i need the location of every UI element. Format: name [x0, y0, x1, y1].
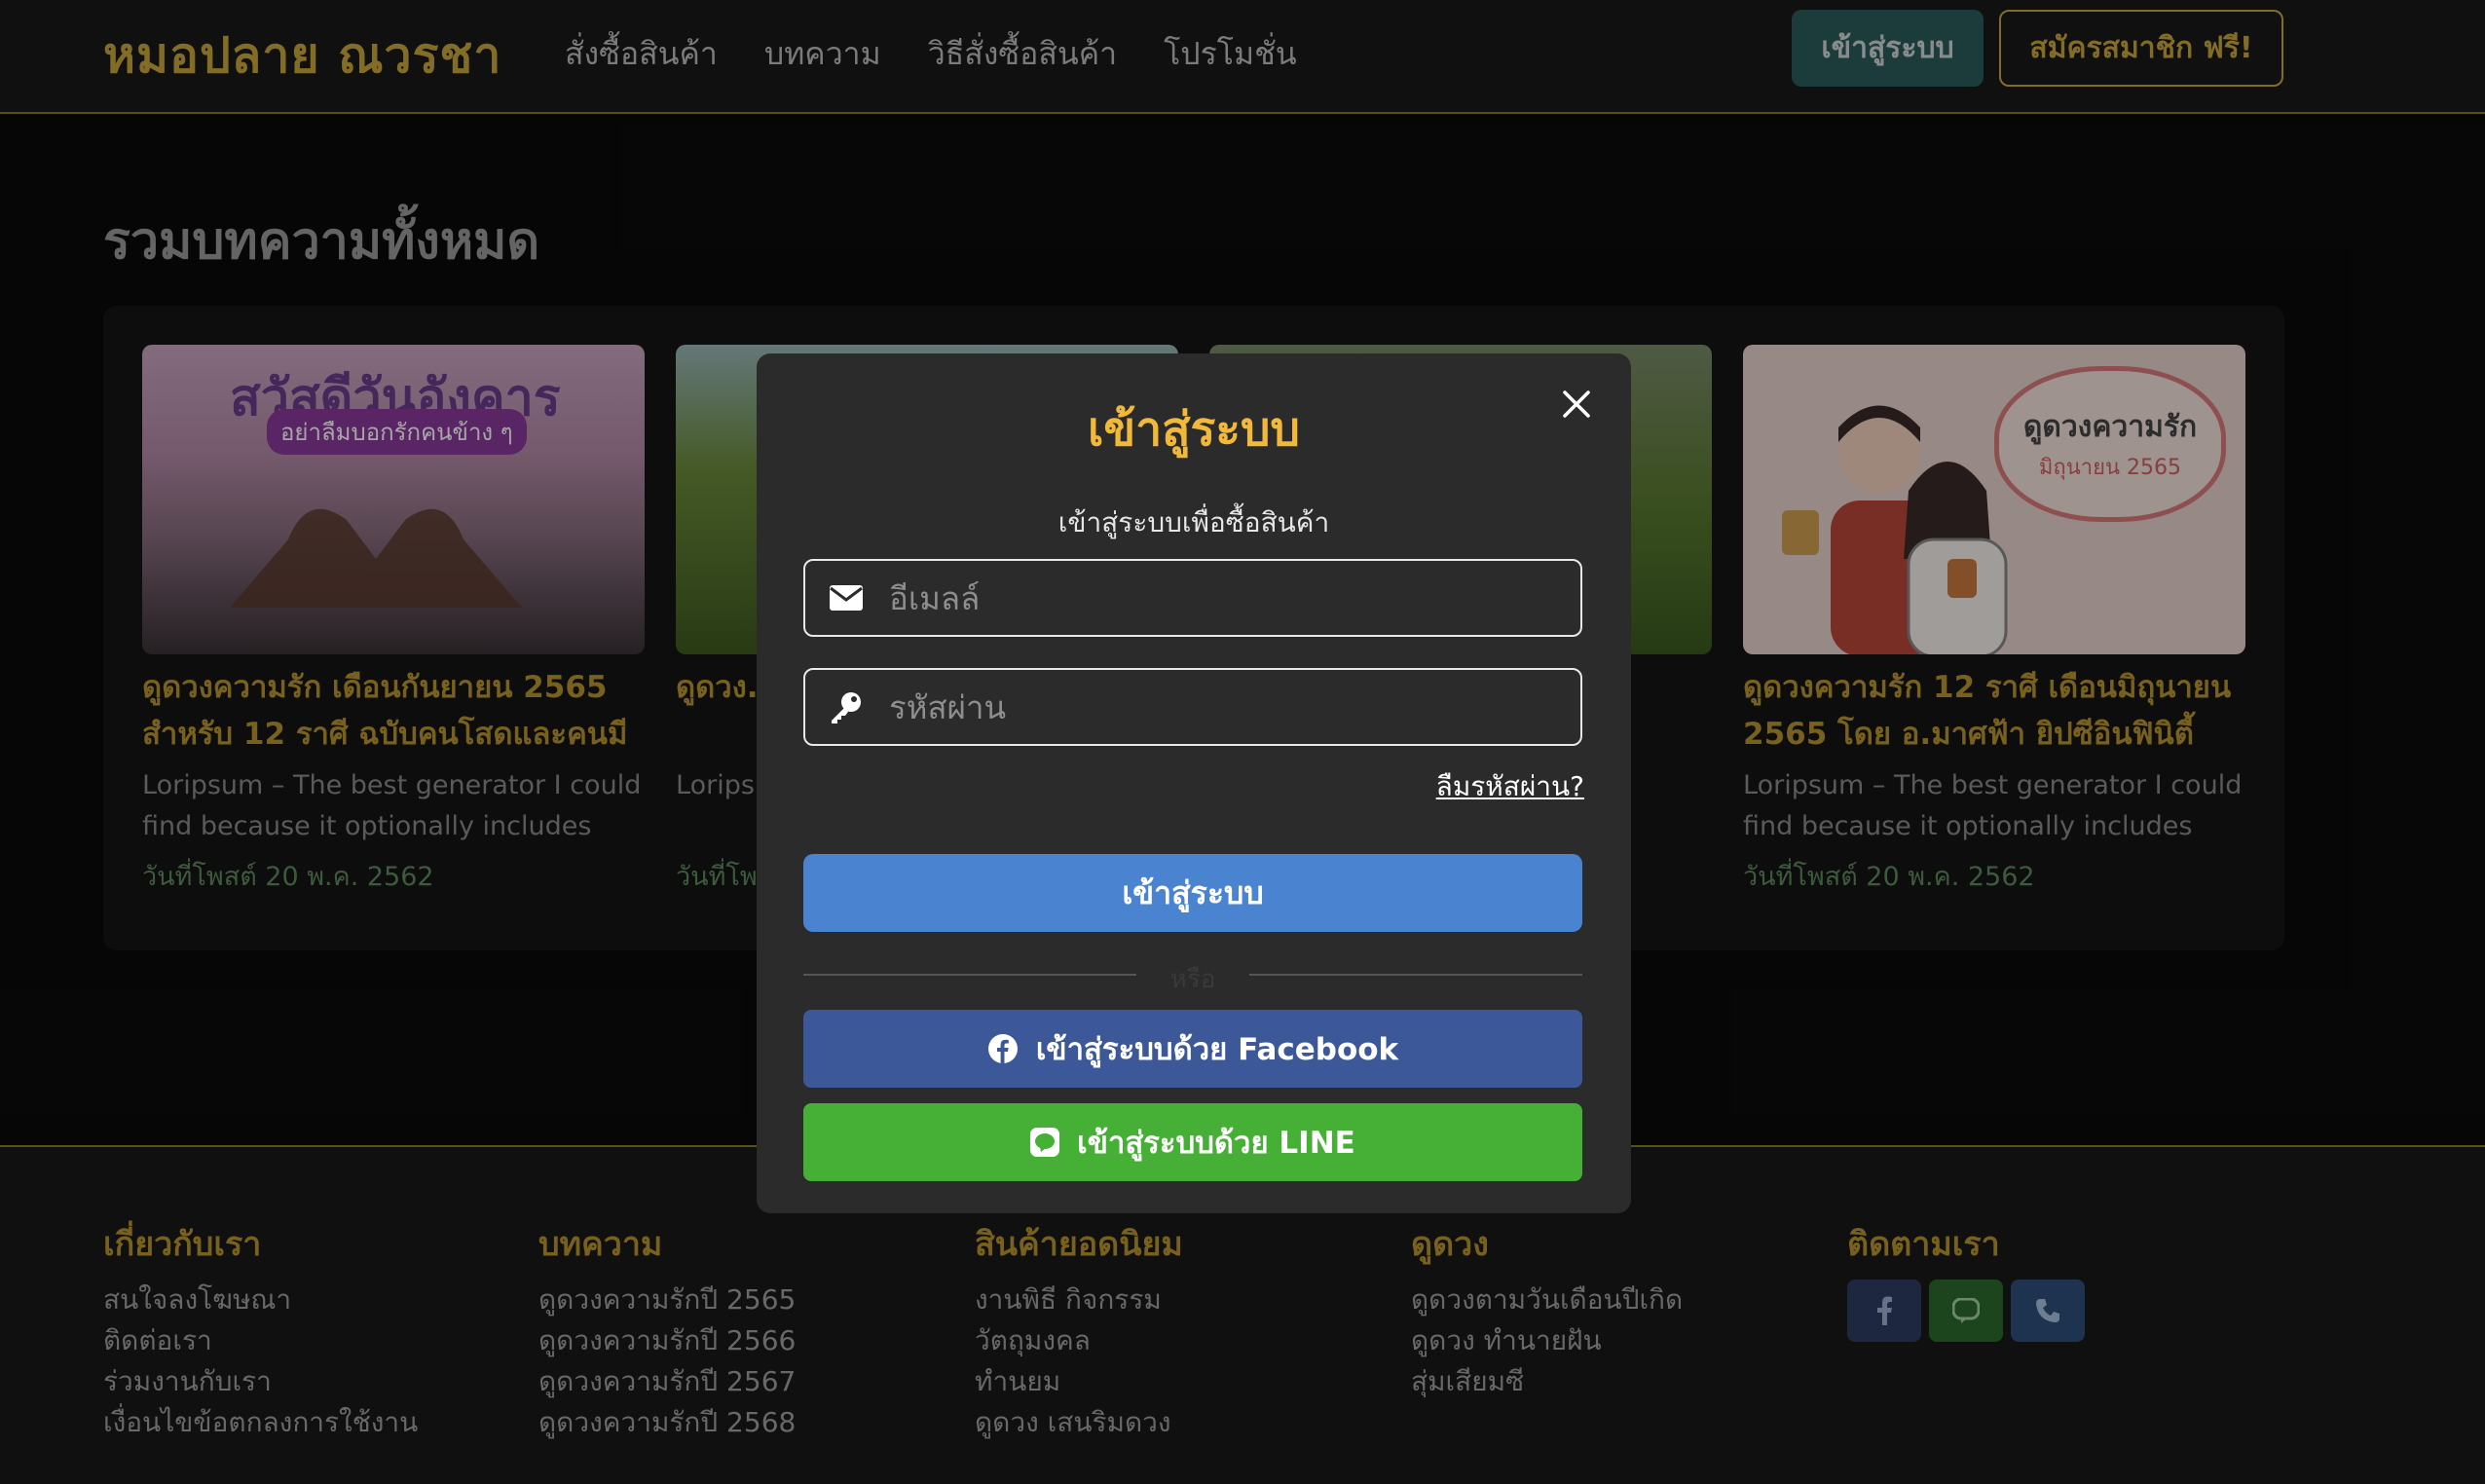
modal-subtitle: เข้าสู่ระบบเพื่อซื้อสินค้า: [1057, 506, 1330, 538]
envelope-icon: [805, 585, 887, 611]
close-icon[interactable]: [1555, 383, 1598, 426]
or-label: หรือ: [1169, 965, 1216, 994]
facebook-login-label: เข้าสู่ระบบด้วย Facebook: [1035, 1032, 1399, 1067]
email-input[interactable]: [887, 561, 1580, 635]
email-field[interactable]: [803, 559, 1582, 637]
login-submit-button[interactable]: เข้าสู่ระบบ: [803, 854, 1582, 932]
or-divider: หรือ: [803, 959, 1582, 994]
line-login-label: เข้าสู่ระบบด้วย LINE: [1077, 1126, 1355, 1161]
line-login-button[interactable]: เข้าสู่ระบบด้วย LINE: [803, 1103, 1582, 1181]
key-icon: [805, 690, 887, 723]
password-field[interactable]: [803, 668, 1582, 746]
facebook-icon: [987, 1034, 1018, 1063]
forgot-password-link[interactable]: ลืมรหัสผ่าน?: [1436, 765, 1584, 808]
modal-title: เข้าสู่ระบบ: [1088, 402, 1300, 457]
facebook-login-button[interactable]: เข้าสู่ระบบด้วย Facebook: [803, 1010, 1582, 1088]
login-modal: เข้าสู่ระบบ เข้าสู่ระบบเพื่อซื้อสินค้า ล…: [757, 353, 1631, 1213]
line-icon: [1030, 1128, 1060, 1157]
password-input[interactable]: [887, 670, 1580, 744]
